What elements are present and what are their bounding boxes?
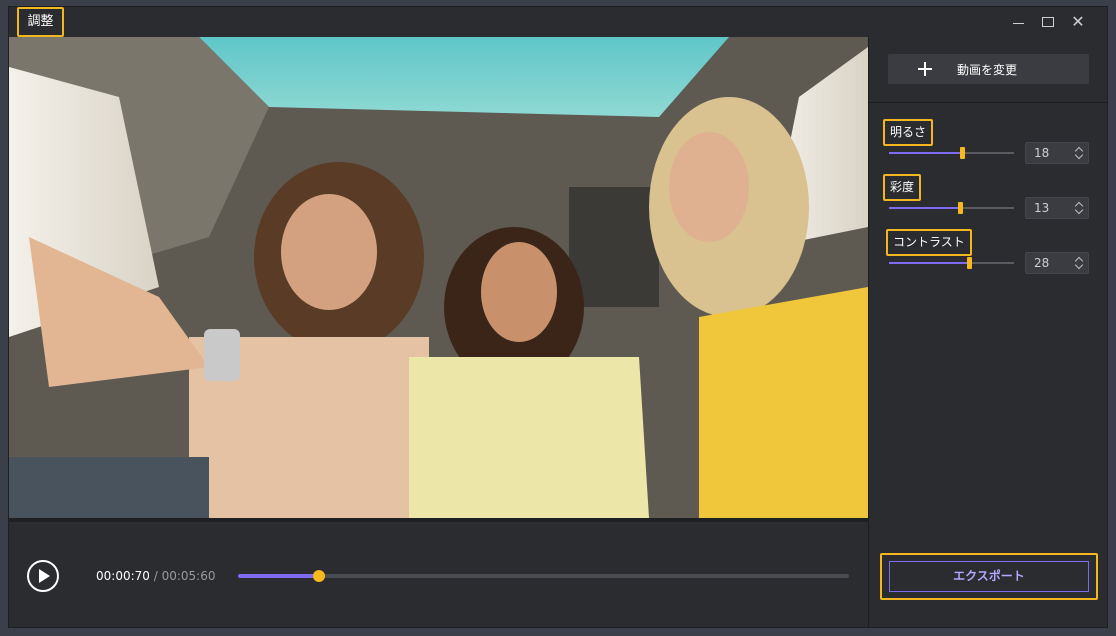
saturation-label: 彩度 (883, 174, 922, 201)
seek-progress (238, 574, 319, 578)
close-icon: ✕ (1071, 12, 1085, 31)
total-time: 00:05:60 (161, 569, 216, 583)
brightness-slider-handle[interactable] (959, 147, 965, 159)
play-icon (39, 569, 50, 583)
minimize-button[interactable] (1007, 12, 1029, 32)
adjust-sidebar: 動画を変更 明るさ 18 彩度 13 コントラスト 28 エクスポート (869, 37, 1107, 627)
brightness-label: 明るさ (883, 119, 934, 146)
saturation-value: 13 (1034, 201, 1050, 215)
time-separator: / (149, 569, 162, 583)
saturation-stepper[interactable]: 13 (1025, 197, 1089, 219)
contrast-stepper[interactable]: 28 (1025, 252, 1089, 274)
contrast-slider-handle[interactable] (967, 257, 972, 269)
close-button[interactable]: ✕ (1067, 12, 1089, 32)
contrast-slider[interactable] (889, 257, 1014, 269)
contrast-value: 28 (1034, 256, 1050, 270)
saturation-slider-handle[interactable] (958, 202, 964, 214)
stepper-arrows-icon[interactable] (1075, 256, 1084, 270)
saturation-slider[interactable] (889, 202, 1014, 214)
export-highlight: エクスポート (880, 553, 1098, 600)
brightness-slider-fill (889, 152, 962, 154)
title-bar: 調整 ✕ (9, 7, 1107, 37)
seek-bar[interactable] (238, 570, 849, 582)
window-title: 調整 (17, 7, 64, 37)
export-button[interactable]: エクスポート (889, 561, 1089, 592)
change-video-label: 動画を変更 (957, 62, 1018, 77)
maximize-icon (1042, 17, 1054, 27)
maximize-button[interactable] (1037, 12, 1059, 32)
time-display: 00:00:70 / 00:05:60 (96, 568, 215, 584)
adjust-window: 調整 ✕ 00:00:70 / 00:05:60 動画を変更 明るさ 18 彩度… (8, 6, 1108, 628)
playback-bar: 00:00:70 / 00:05:60 (9, 522, 868, 627)
play-button[interactable] (27, 560, 59, 592)
plus-icon (918, 62, 932, 76)
brightness-value: 18 (1034, 146, 1050, 160)
video-preview (9, 37, 868, 518)
brightness-stepper[interactable]: 18 (1025, 142, 1089, 164)
seek-handle[interactable] (312, 570, 325, 582)
contrast-label: コントラスト (886, 229, 972, 256)
current-time: 00:00:70 (96, 569, 150, 583)
stepper-arrows-icon[interactable] (1075, 201, 1084, 215)
stepper-arrows-icon[interactable] (1075, 146, 1084, 160)
video-frame-image (9, 37, 868, 518)
saturation-slider-fill (889, 207, 961, 209)
minimize-icon (1012, 22, 1024, 24)
sidebar-separator (869, 102, 1107, 103)
brightness-slider[interactable] (889, 147, 1014, 159)
change-video-button[interactable]: 動画を変更 (888, 54, 1089, 84)
contrast-slider-fill (889, 262, 969, 264)
